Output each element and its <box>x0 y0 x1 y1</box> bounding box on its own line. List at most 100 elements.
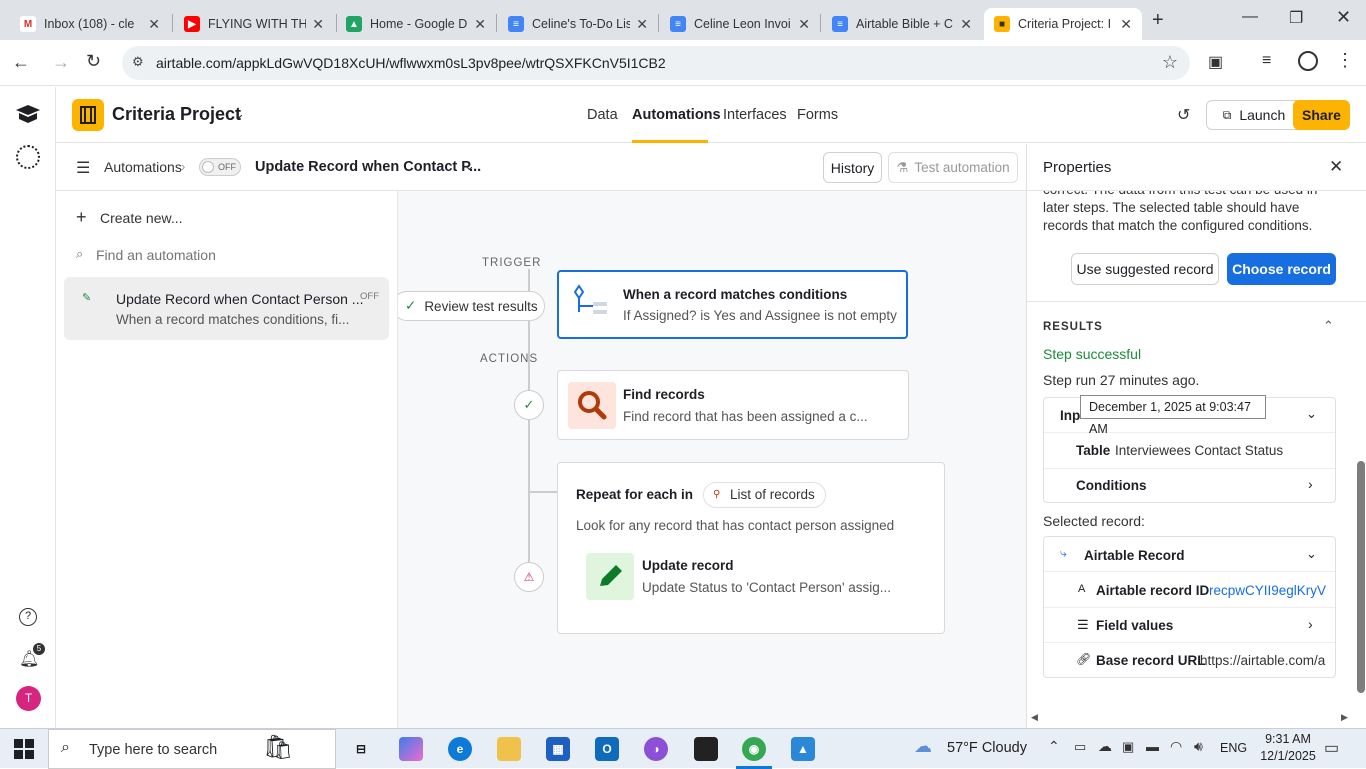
close-tab-icon[interactable]: ✕ <box>798 16 810 33</box>
tab-forms[interactable]: Forms <box>797 107 838 123</box>
use-suggested-record-button[interactable]: Use suggested record <box>1071 253 1219 285</box>
chevron-up-icon[interactable]: ⌃ <box>1048 738 1060 755</box>
home-icon[interactable] <box>16 105 40 123</box>
browser-tab[interactable]: ≡ Celine's To-Do Lis ✕ <box>498 8 658 40</box>
close-tab-icon[interactable]: ✕ <box>312 16 324 33</box>
store-icon[interactable]: ▦ <box>546 737 570 761</box>
properties-scroll[interactable]: correct. The data from this test can be … <box>1027 190 1366 728</box>
list-item[interactable]: ✎ Update Record when Contact Person ... … <box>64 277 389 340</box>
automation-toggle[interactable]: OFF <box>199 158 241 176</box>
launch-button[interactable]: ⧉ Launch <box>1206 100 1302 130</box>
tray-icon[interactable]: ▣ <box>1122 739 1134 755</box>
bookmark-star-icon[interactable]: ☆ <box>1162 52 1178 73</box>
battery-icon[interactable]: ▬ <box>1146 739 1159 754</box>
site-info-icon[interactable]: ⚙ <box>132 54 144 70</box>
history-icon[interactable]: ↺ <box>1177 105 1190 125</box>
sticky-notes-icon[interactable] <box>694 737 718 761</box>
close-tab-icon[interactable]: ✕ <box>1120 16 1132 33</box>
create-new-link[interactable]: Create new... <box>100 210 183 226</box>
automation-name[interactable]: Update Record when Contact P... <box>255 159 481 175</box>
table-label: Table <box>1076 443 1111 458</box>
chevron-down-icon[interactable]: ⌄ <box>464 158 475 174</box>
browser-tab[interactable]: ▲ Home - Google D ✕ <box>336 8 496 40</box>
tray-icon[interactable]: ▭ <box>1074 739 1086 755</box>
tab-automations[interactable]: Automations <box>632 107 721 123</box>
update-card-title[interactable]: Update record <box>642 558 734 573</box>
reload-icon[interactable]: ↻ <box>86 51 101 72</box>
clock-date[interactable]: 12/1/2025 <box>1258 749 1318 763</box>
list-of-records-chip[interactable]: ⚲ List of records <box>703 482 826 508</box>
scrollbar-thumb[interactable] <box>1357 461 1365 693</box>
minimize-icon[interactable]: — <box>1242 8 1258 26</box>
share-button[interactable]: Share <box>1293 100 1350 130</box>
browser-tab[interactable]: ≡ Celine Leon Invoi ✕ <box>660 8 820 40</box>
screen-share-icon[interactable]: ▣ <box>1208 52 1223 72</box>
close-tab-icon[interactable]: ✕ <box>148 16 160 33</box>
task-view-icon[interactable]: ⊟ <box>349 737 373 761</box>
search-input[interactable] <box>96 244 376 266</box>
edge-icon[interactable]: e <box>448 737 472 761</box>
actions-label: ACTIONS <box>480 353 539 365</box>
weather-text[interactable]: 57°F Cloudy <box>947 740 1027 756</box>
repeat-card[interactable]: Repeat for each in ⚲ List of records Loo… <box>557 462 945 634</box>
review-test-results-button[interactable]: ✓ Review test results <box>398 291 545 321</box>
chevron-up-icon[interactable]: ⌃ <box>1323 318 1334 334</box>
restore-icon[interactable]: ❐ <box>1289 8 1303 28</box>
avatar[interactable]: T <box>16 686 41 711</box>
language-indicator[interactable]: ENG <box>1220 741 1247 755</box>
breadcrumb-automations[interactable]: Automations <box>104 159 182 175</box>
trigger-card[interactable]: When a record matches conditions If Assi… <box>557 270 908 339</box>
close-tab-icon[interactable]: ✕ <box>474 16 486 33</box>
new-tab-icon[interactable]: + <box>1152 9 1164 32</box>
help-icon[interactable]: ? <box>19 608 37 626</box>
properties-scrollbar[interactable] <box>1356 194 1366 704</box>
history-button[interactable]: History <box>823 152 882 183</box>
close-tab-icon[interactable]: ✕ <box>960 16 972 33</box>
base-url-value[interactable]: https://airtable.com/a <box>1200 653 1334 668</box>
field-values-label[interactable]: Field values <box>1096 618 1173 633</box>
chevron-right-icon[interactable]: › <box>1308 616 1313 632</box>
test-automation-button[interactable]: ⚗ Test automation <box>888 152 1018 183</box>
clock-time[interactable]: 9:31 AM <box>1258 732 1318 746</box>
chevron-down-icon[interactable]: ⌄ <box>1306 546 1317 562</box>
record-id-link[interactable]: recpwCYII9eglKryV <box>1209 583 1326 598</box>
close-tab-icon[interactable]: ✕ <box>636 16 648 33</box>
copilot-icon[interactable] <box>399 737 423 761</box>
profile-icon[interactable] <box>1298 51 1318 71</box>
forward-icon[interactable]: → <box>52 52 70 73</box>
photos-icon[interactable]: ▲ <box>791 737 815 761</box>
hamburger-icon[interactable]: ☰ <box>76 158 90 178</box>
chevron-right-icon[interactable]: › <box>1308 476 1313 492</box>
chrome-icon[interactable]: ◉ <box>742 737 766 761</box>
taskbar-search-box[interactable]: ⌕ Type here to search 🛍︎ <box>48 729 336 769</box>
scroll-right-icon[interactable]: ▶ <box>1341 712 1348 723</box>
tab-interfaces[interactable]: Interfaces <box>723 107 787 123</box>
omni-icon[interactable] <box>16 145 40 169</box>
close-icon[interactable]: ✕ <box>1329 157 1343 177</box>
chevron-down-icon[interactable]: ⌄ <box>234 106 245 122</box>
windows-start-icon[interactable] <box>14 739 34 759</box>
file-explorer-icon[interactable] <box>497 737 521 761</box>
outlook-icon[interactable]: O <box>595 737 619 761</box>
base-name[interactable]: Criteria Project <box>112 104 241 125</box>
browser-tab[interactable]: ▶ FLYING WITH THE ✕ <box>174 8 334 40</box>
conditions-label[interactable]: Conditions <box>1076 478 1147 493</box>
url-field[interactable]: ⚙ airtable.com/appkLdGwVQD18XcUH/wflwwxm… <box>122 46 1190 80</box>
chevron-down-icon[interactable]: ⌄ <box>1306 406 1317 422</box>
close-window-icon[interactable]: ✕ <box>1336 7 1351 28</box>
media-control-icon[interactable]: ≡ <box>1262 52 1271 70</box>
onedrive-icon[interactable]: ☁ <box>1098 738 1112 755</box>
back-icon[interactable]: ← <box>12 52 30 73</box>
wifi-icon[interactable]: ◠ <box>1170 738 1182 755</box>
browser-menu-icon[interactable]: ⋮ <box>1336 50 1354 71</box>
scroll-left-icon[interactable]: ◀ <box>1031 712 1038 723</box>
notification-center-icon[interactable]: ▭ <box>1324 738 1339 758</box>
volume-icon[interactable]: 🔊︎ <box>1194 738 1203 755</box>
browser-tab-active[interactable]: ■ Criteria Project: I ✕ <box>984 8 1142 40</box>
choose-record-button[interactable]: Choose record <box>1227 253 1336 285</box>
app-icon[interactable]: ◑ <box>644 737 668 761</box>
browser-tab[interactable]: ≡ Airtable Bible + C ✕ <box>822 8 982 40</box>
tab-data[interactable]: Data <box>587 107 618 123</box>
browser-tab[interactable]: M Inbox (108) - cle ✕ <box>10 8 170 40</box>
find-records-card[interactable]: Find records Find record that has been a… <box>557 370 909 440</box>
